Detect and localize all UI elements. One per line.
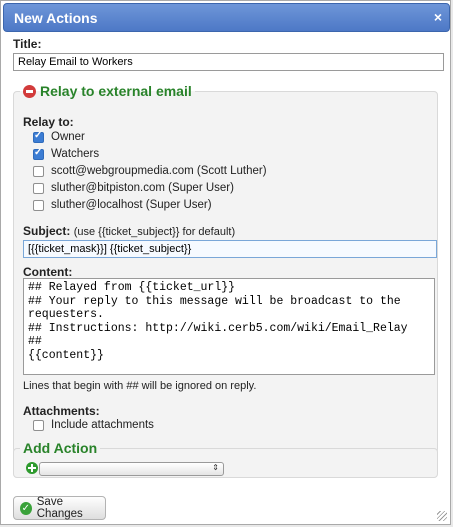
content-note: Lines that begin with ## will be ignored… bbox=[23, 380, 257, 392]
recipient-sluther-localhost[interactable]: sluther@localhost (Super User) bbox=[33, 199, 212, 211]
relay-legend[interactable]: Relay to external email bbox=[20, 83, 195, 99]
subject-label-row: Subject: (use {{ticket_subject}} for def… bbox=[23, 224, 235, 238]
relay-to-label: Relay to: bbox=[23, 115, 74, 129]
checkmark-icon: ✓ bbox=[20, 501, 32, 515]
title-input[interactable] bbox=[13, 53, 444, 71]
subject-label: Subject: bbox=[23, 224, 71, 238]
recipient-watchers[interactable]: Watchers bbox=[33, 147, 100, 160]
checkbox-sluther-bitpiston[interactable] bbox=[33, 182, 44, 194]
title-label: Title: bbox=[13, 37, 42, 51]
recipient-owner[interactable]: Owner bbox=[33, 130, 85, 143]
recipient-sluther-localhost-label: sluther@localhost (Super User) bbox=[51, 199, 212, 211]
checkbox-scott[interactable] bbox=[33, 165, 44, 177]
new-actions-dialog: New Actions × Title: Relay to external e… bbox=[0, 0, 451, 525]
select-arrows-icon: ⇕ bbox=[212, 463, 219, 472]
include-attachments[interactable]: Include attachments bbox=[33, 419, 154, 431]
recipient-scott-label: scott@webgroupmedia.com (Scott Luther) bbox=[51, 165, 267, 177]
dialog-content: Title: Relay to external email Relay to:… bbox=[13, 37, 444, 478]
checkbox-include-attachments[interactable] bbox=[33, 419, 44, 431]
dialog-title: New Actions bbox=[14, 10, 98, 26]
content-label: Content: bbox=[23, 265, 73, 279]
recipient-sluther-bitpiston[interactable]: sluther@bitpiston.com (Super User) bbox=[33, 182, 234, 194]
save-changes-label: Save Changes bbox=[36, 496, 83, 520]
resize-grip-icon[interactable] bbox=[437, 511, 447, 521]
save-changes-button[interactable]: ✓ Save Changes bbox=[13, 496, 106, 520]
recipient-owner-label: Owner bbox=[51, 131, 85, 143]
content-textarea[interactable]: ## Relayed from {{ticket_url}} ## Your r… bbox=[23, 278, 435, 375]
subject-input[interactable] bbox=[23, 240, 437, 258]
relay-fieldset: Relay to external email Relay to: Owner … bbox=[13, 83, 438, 469]
relay-legend-text: Relay to external email bbox=[40, 83, 192, 99]
recipient-scott[interactable]: scott@webgroupmedia.com (Scott Luther) bbox=[33, 165, 267, 177]
checkbox-watchers[interactable] bbox=[33, 147, 44, 160]
checkbox-owner[interactable] bbox=[33, 130, 44, 143]
add-icon[interactable] bbox=[26, 462, 38, 474]
recipient-watchers-label: Watchers bbox=[51, 148, 100, 160]
attachments-label: Attachments: bbox=[23, 404, 100, 418]
subject-hint: (use {{ticket_subject}} for default) bbox=[73, 226, 236, 238]
dialog-titlebar[interactable]: New Actions × bbox=[3, 3, 450, 32]
add-action-legend: Add Action bbox=[23, 440, 98, 456]
close-icon[interactable]: × bbox=[434, 9, 442, 25]
add-action-select[interactable]: ⇕ bbox=[39, 462, 224, 476]
include-attachments-label: Include attachments bbox=[51, 419, 154, 431]
recipient-sluther-bitpiston-label: sluther@bitpiston.com (Super User) bbox=[51, 182, 234, 194]
checkbox-sluther-localhost[interactable] bbox=[33, 199, 44, 211]
remove-action-icon[interactable] bbox=[23, 85, 36, 98]
